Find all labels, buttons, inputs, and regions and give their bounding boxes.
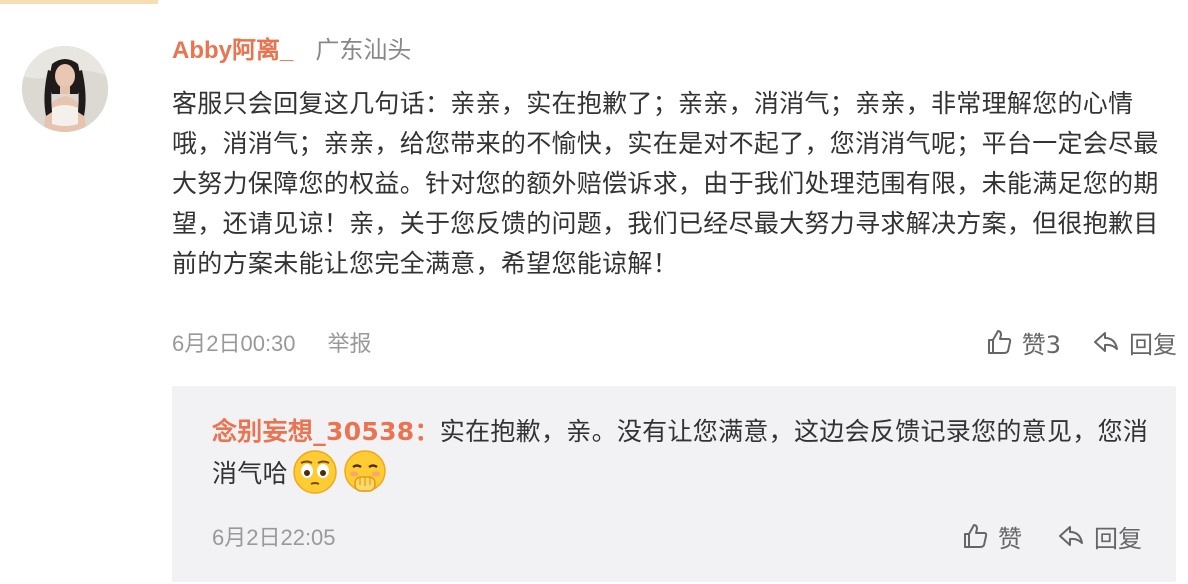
report-button[interactable]: 举报 xyxy=(328,326,372,358)
comment-username[interactable]: Abby阿离_ xyxy=(172,30,293,65)
comment-header: Abby阿离_ 广东汕头 xyxy=(172,30,1182,74)
reply-content: 念别妄想_30538：实在抱歉，亲。没有让您满意，这边会反馈记录您的意见，您消消… xyxy=(212,412,1152,498)
reply-actions: 赞 回复 xyxy=(960,519,1142,554)
avatar-image xyxy=(22,46,108,132)
like-button[interactable]: 赞3 xyxy=(984,325,1061,360)
reply-button[interactable]: 回复 xyxy=(1091,325,1177,360)
comment-meta: 6月2日00:30 举报 赞3 回复 xyxy=(172,324,1177,360)
reply-reply-button[interactable]: 回复 xyxy=(1056,519,1142,554)
reply-box: 念别妄想_30538：实在抱歉，亲。没有让您满意，这边会反馈记录您的意见，您消消… xyxy=(172,386,1176,582)
comment-text: 客服只会回复这几句话：亲亲，实在抱歉了；亲亲，消消气；亲亲，非常理解您的心情哦，… xyxy=(172,89,1159,278)
comment-actions: 赞3 回复 xyxy=(984,325,1177,360)
reply-reply-label: 回复 xyxy=(1094,524,1142,553)
thumbs-up-icon xyxy=(987,330,1011,354)
reply-arrow-icon xyxy=(1059,526,1083,546)
top-accent-bar xyxy=(0,0,158,4)
thumbs-up-icon xyxy=(964,524,988,548)
comment: Abby阿离_ 广东汕头 客服只会回复这几句话：亲亲，实在抱歉了；亲亲，消消气；… xyxy=(172,30,1182,359)
reply-like-label: 赞 xyxy=(998,524,1022,553)
like-count: 赞3 xyxy=(1021,330,1061,359)
reply-arrow-icon xyxy=(1094,332,1118,352)
avatar[interactable] xyxy=(22,46,108,132)
reply-username[interactable]: 念别妄想_30538： xyxy=(212,417,440,446)
comment-location: 广东汕头 xyxy=(315,36,412,64)
reply-like-button[interactable]: 赞 xyxy=(960,519,1022,554)
comment-time: 6月2日00:30 xyxy=(172,331,296,356)
face-emoji xyxy=(292,449,338,495)
reply-label: 回复 xyxy=(1129,330,1177,359)
reply-time: 6月2日22:05 xyxy=(212,525,336,550)
cover-mouth-emoji xyxy=(342,449,388,495)
reply-meta: 6月2日22:05 赞 回复 xyxy=(212,518,1142,554)
